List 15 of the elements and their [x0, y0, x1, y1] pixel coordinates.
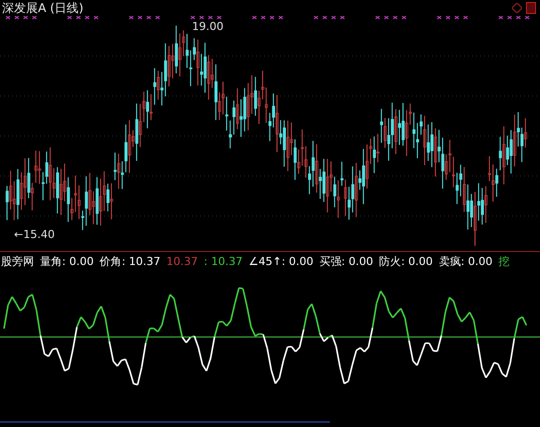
- diamond-icon[interactable]: [512, 3, 522, 13]
- indicator-value: 防火: 0.00: [379, 254, 433, 268]
- indicator-value: 挖: [498, 254, 510, 268]
- indicator-value: 卖疯: 0.00: [438, 254, 492, 268]
- high-price-label: 19.00: [192, 20, 224, 33]
- low-price-label: ←15.40: [14, 228, 55, 241]
- indicator-value: 量角: 0.00: [40, 254, 94, 268]
- indicator-value: 股旁网: [1, 254, 34, 268]
- indicator-value: : 10.37: [204, 254, 243, 268]
- indicator-value: ∠45↑: 0.00: [248, 254, 314, 268]
- indicator-value: 10.37: [166, 254, 198, 268]
- window-icon[interactable]: [526, 2, 536, 14]
- indicator-value: 价角: 10.37: [100, 254, 160, 268]
- chart-title: 深发展A (日线): [2, 0, 84, 16]
- indicator-value: 买强: 0.00: [319, 254, 374, 268]
